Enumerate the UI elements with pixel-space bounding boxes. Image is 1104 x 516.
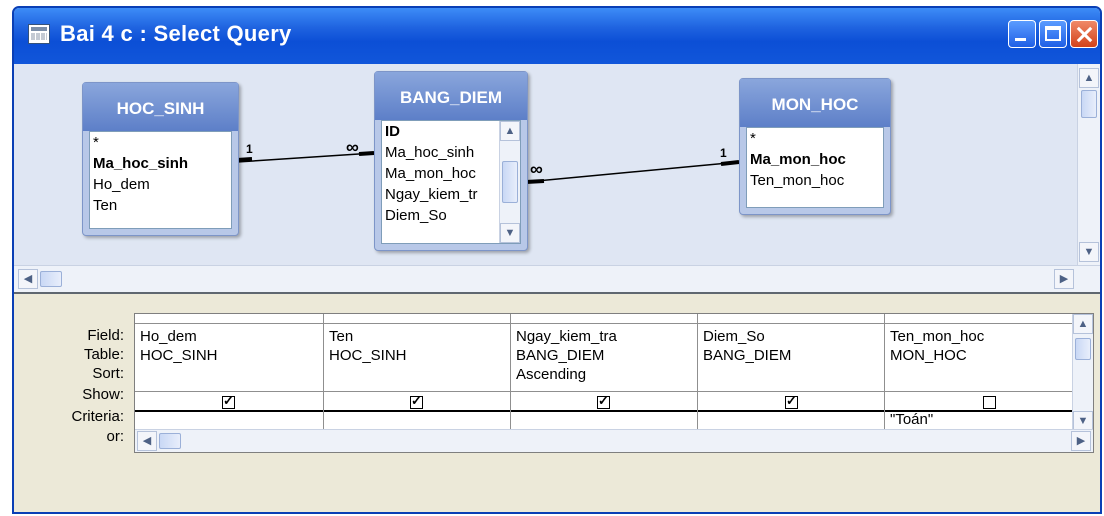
- field-list-scrollbar[interactable]: ▲ ▼: [499, 121, 520, 243]
- scroll-right-arrow-icon[interactable]: ▶: [1071, 431, 1091, 451]
- relationship-line-bang-diem-mon-hoc: [525, 161, 740, 183]
- show-checkbox[interactable]: [597, 393, 610, 409]
- scroll-down-arrow-icon[interactable]: ▼: [1079, 242, 1099, 262]
- table-title[interactable]: HOC_SINH: [83, 83, 238, 131]
- field-cell[interactable]: Diem_So: [703, 328, 765, 345]
- scroll-thumb[interactable]: [1075, 338, 1091, 360]
- row-label-criteria: Criteria:: [71, 408, 124, 425]
- scroll-thumb[interactable]: [1081, 90, 1097, 118]
- row-label-field: Field:: [87, 327, 124, 344]
- show-checkbox[interactable]: [222, 393, 235, 409]
- title-bar[interactable]: Bai 4 c : Select Query: [14, 8, 1100, 64]
- field-item-key[interactable]: Ma_mon_hoc: [747, 149, 883, 170]
- field-item[interactable]: Ten: [90, 195, 231, 216]
- table-cell[interactable]: HOC_SINH: [329, 347, 407, 364]
- scroll-right-arrow-icon[interactable]: ▶: [1054, 269, 1074, 289]
- field-item[interactable]: Diem_So: [382, 205, 498, 226]
- field-item-key[interactable]: ID: [382, 121, 498, 142]
- scroll-thumb[interactable]: [502, 161, 518, 203]
- close-button[interactable]: [1070, 20, 1098, 48]
- show-checkbox[interactable]: [785, 393, 798, 409]
- field-item-key[interactable]: Ma_hoc_sinh: [90, 153, 231, 174]
- scroll-up-arrow-icon[interactable]: ▲: [1073, 314, 1093, 334]
- field-item[interactable]: Ma_hoc_sinh: [382, 142, 498, 163]
- relationship-many-label: ∞: [346, 137, 359, 157]
- table-pane: 1 ∞ ∞ 1 HOC_SINH * Ma_hoc_sinh Ho_dem Te…: [14, 64, 1100, 292]
- design-grid-pane: Field: Table: Sort: Show: Criteria: or: …: [14, 303, 1100, 512]
- query-icon: [28, 24, 50, 44]
- table-pane-horizontal-scrollbar[interactable]: ◀ ▶: [14, 265, 1100, 292]
- table-pane-vertical-scrollbar[interactable]: ▲ ▼: [1077, 64, 1100, 266]
- field-item[interactable]: Ngay_kiem_tr: [382, 184, 498, 205]
- maximize-button[interactable]: [1039, 20, 1067, 48]
- field-cell[interactable]: Ten: [329, 328, 353, 345]
- criteria-cell[interactable]: "Toán": [890, 411, 933, 428]
- table-cell[interactable]: HOC_SINH: [140, 347, 218, 364]
- field-item[interactable]: *: [747, 128, 883, 149]
- field-item[interactable]: Ten_mon_hoc: [747, 170, 883, 191]
- field-item[interactable]: Ho_dem: [90, 174, 231, 195]
- row-label-or: or:: [106, 428, 124, 445]
- window-title: Bai 4 c : Select Query: [60, 21, 292, 46]
- grid-vertical-scrollbar[interactable]: ▲ ▼: [1072, 314, 1093, 431]
- row-label-sort: Sort:: [92, 365, 124, 382]
- grid-horizontal-scrollbar[interactable]: ◀ ▶: [135, 429, 1093, 452]
- table-hoc-sinh[interactable]: HOC_SINH * Ma_hoc_sinh Ho_dem Ten: [82, 82, 239, 236]
- relationship-many-label: ∞: [530, 159, 543, 179]
- scroll-thumb[interactable]: [40, 271, 62, 287]
- field-item[interactable]: *: [90, 132, 231, 153]
- show-checkbox[interactable]: [410, 393, 423, 409]
- scroll-thumb[interactable]: [159, 433, 181, 449]
- scroll-down-arrow-icon[interactable]: ▼: [500, 223, 520, 243]
- scroll-down-arrow-icon[interactable]: ▼: [1073, 411, 1093, 431]
- row-label-show: Show:: [82, 386, 124, 403]
- field-list: * Ma_hoc_sinh Ho_dem Ten: [89, 131, 232, 229]
- table-title[interactable]: MON_HOC: [740, 79, 890, 127]
- sort-cell[interactable]: Ascending: [516, 366, 586, 383]
- table-cell[interactable]: BANG_DIEM: [703, 347, 791, 364]
- scroll-left-arrow-icon[interactable]: ◀: [137, 431, 157, 451]
- field-cell[interactable]: Ten_mon_hoc: [890, 328, 984, 345]
- row-label-table: Table:: [83, 346, 124, 363]
- relationship-one-label: 1: [246, 142, 253, 156]
- select-query-window: Bai 4 c : Select Query 1 ∞ ∞ 1 HOC_SINH …: [12, 6, 1102, 514]
- scroll-up-arrow-icon[interactable]: ▲: [1079, 68, 1099, 88]
- table-mon-hoc[interactable]: MON_HOC * Ma_mon_hoc Ten_mon_hoc: [739, 78, 891, 215]
- scroll-left-arrow-icon[interactable]: ◀: [18, 269, 38, 289]
- field-cell[interactable]: Ho_dem: [140, 328, 197, 345]
- field-cell[interactable]: Ngay_kiem_tra: [516, 328, 617, 345]
- table-bang-diem[interactable]: BANG_DIEM ID Ma_hoc_sinh Ma_mon_hoc Ngay…: [374, 71, 528, 251]
- query-design-grid: Ho_dem HOC_SINH Ten HOC_SINH Ngay_kiem_t…: [134, 313, 1094, 453]
- minimize-button[interactable]: [1008, 20, 1036, 48]
- field-item[interactable]: Ma_mon_hoc: [382, 163, 498, 184]
- field-list: ID Ma_hoc_sinh Ma_mon_hoc Ngay_kiem_tr D…: [381, 120, 521, 244]
- field-list: * Ma_mon_hoc Ten_mon_hoc: [746, 127, 884, 208]
- scroll-up-arrow-icon[interactable]: ▲: [500, 121, 520, 141]
- table-title[interactable]: BANG_DIEM: [375, 72, 527, 120]
- table-cell[interactable]: MON_HOC: [890, 347, 967, 364]
- table-cell[interactable]: BANG_DIEM: [516, 347, 604, 364]
- relationship-one-label: 1: [720, 146, 727, 160]
- show-checkbox[interactable]: [983, 396, 996, 409]
